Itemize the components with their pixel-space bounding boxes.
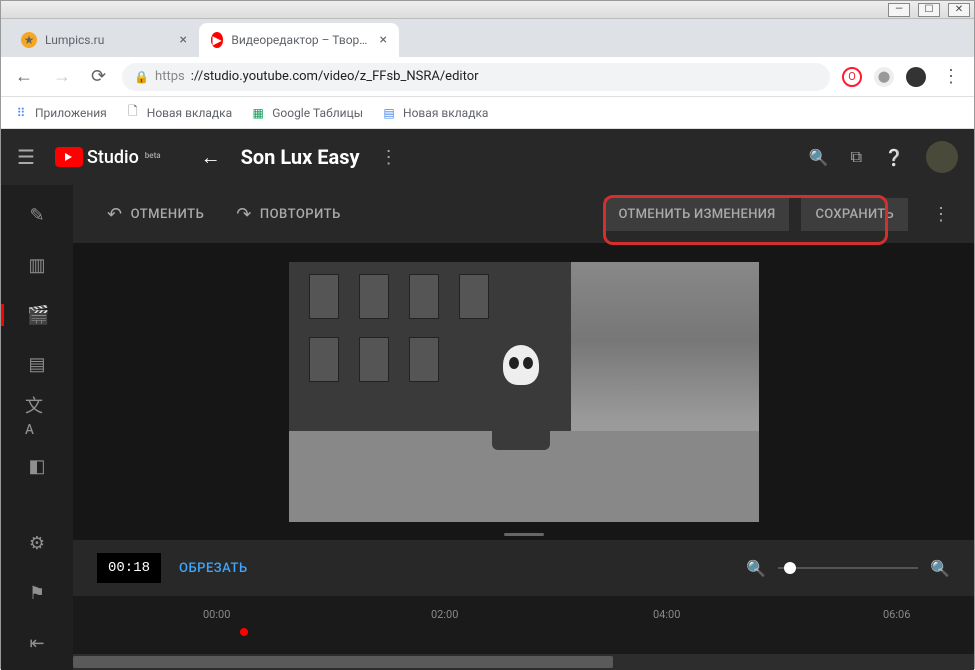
editor-main: ↶ ОТМЕНИТЬ ↷ ПОВТОРИТЬ ОТМЕНИТЬ ИЗМЕНЕНИ… (73, 185, 974, 670)
favicon-icon: ▶ (211, 32, 223, 48)
apps-bookmark[interactable]: ⠿ Приложения (13, 105, 107, 121)
timeline-label: 04:00 (653, 608, 680, 621)
minimize-button[interactable]: — (888, 3, 910, 17)
sidebar-item-other[interactable]: ◧ (25, 456, 49, 478)
hamburger-icon[interactable]: ☰ (17, 145, 35, 169)
back-arrow-icon[interactable]: ← (201, 145, 221, 170)
discard-changes-button[interactable]: ОТМЕНИТЬ ИЗМЕНЕНИЯ (604, 198, 789, 231)
zoom-slider-handle[interactable] (784, 562, 796, 574)
bookmark-label: Новая вкладка (147, 106, 232, 120)
bookmark-label: Google Таблицы (272, 106, 363, 120)
sidebar-item-comments[interactable]: ▤ (25, 354, 49, 376)
drag-handle-icon[interactable] (504, 533, 544, 536)
bookmark-label: Приложения (35, 106, 107, 120)
sidebar-item-analytics[interactable]: ▥ (25, 255, 49, 277)
trim-button[interactable]: ОБРЕЗАТЬ (179, 561, 248, 576)
close-tab-icon[interactable]: × (380, 32, 387, 48)
sidebar-item-settings[interactable]: ⚙ (25, 533, 49, 555)
os-title-bar: — ☐ ✕ (1, 1, 974, 19)
sidebar-item-feedback[interactable]: ⚑ (25, 583, 49, 605)
bookmark-label: Новая вкладка (403, 106, 488, 120)
timeline-label: 06:06 (883, 608, 910, 621)
sidebar-item-exit[interactable]: ⇤ (25, 632, 49, 654)
address-bar-row: ← → ⟳ 🔒 https ://studio.youtube.com/video… (1, 57, 974, 97)
bookmark-item[interactable]: ▦ Google Таблицы (250, 105, 363, 121)
video-frame (289, 262, 759, 522)
extension-icon[interactable]: ⬤ (874, 67, 894, 87)
studio-topbar: ☰ Studio beta ← Son Lux Easy ⋮ 🔍 ⧉ ❔ (1, 129, 974, 185)
save-button[interactable]: СОХРАНИТЬ (801, 198, 908, 231)
page-icon: 🗋 (125, 105, 141, 121)
redo-label: ПОВТОРИТЬ (260, 207, 341, 222)
tab-title: Lumpics.ru (45, 33, 104, 47)
sidebar-item-translations[interactable]: 文ᴀ (25, 404, 49, 428)
timeline-label: 00:00 (203, 608, 230, 621)
studio-logo[interactable]: Studio beta (55, 147, 161, 168)
maximize-button[interactable]: ☐ (918, 3, 940, 17)
help-icon[interactable]: ❔ (884, 148, 904, 167)
profile-avatar-icon[interactable] (906, 67, 926, 87)
playback-controls: 00:18 ОБРЕЗАТЬ 🔍 🔍 (73, 540, 974, 596)
bookmark-item[interactable]: ▤ Новая вкладка (381, 105, 488, 121)
undo-icon: ↶ (107, 204, 123, 225)
browser-tab-1[interactable]: ★ Lumpics.ru × (9, 23, 199, 57)
playhead-icon[interactable] (240, 628, 248, 636)
page-icon: ▤ (381, 105, 397, 121)
url-text: ://studio.youtube.com/video/z_FFsb_NSRA/… (191, 69, 479, 84)
sheets-icon: ▦ (250, 105, 266, 121)
sidebar-item-editor[interactable]: 🎬 (1, 304, 73, 326)
logo-text: Studio (87, 147, 139, 168)
bookmarks-bar: ⠿ Приложения 🗋 Новая вкладка ▦ Google Та… (1, 97, 974, 129)
video-options-icon[interactable]: ⋮ (380, 147, 398, 168)
browser-tab-2[interactable]: ▶ Видеоредактор – Творческая ст × (199, 23, 399, 57)
url-scheme: https (155, 69, 185, 84)
lock-icon: 🔒 (134, 70, 149, 84)
create-video-icon[interactable]: ⧉ (851, 147, 862, 167)
beta-label: beta (145, 151, 161, 160)
undo-label: ОТМЕНИТЬ (131, 207, 205, 222)
editor-toolbar: ↶ ОТМЕНИТЬ ↷ ПОВТОРИТЬ ОТМЕНИТЬ ИЗМЕНЕНИ… (73, 185, 974, 243)
reload-icon[interactable]: ⟳ (87, 62, 110, 91)
redo-button[interactable]: ↷ ПОВТОРИТЬ (226, 198, 350, 231)
youtube-studio-app: ☰ Studio beta ← Son Lux Easy ⋮ 🔍 ⧉ ❔ ✎ ▥… (1, 129, 974, 670)
search-icon[interactable]: 🔍 (809, 148, 829, 167)
zoom-in-icon[interactable]: 🔍 (930, 559, 950, 578)
timeline[interactable]: 00:00 02:00 04:00 06:06 (73, 596, 974, 654)
video-title: Son Lux Easy (241, 145, 360, 169)
close-window-button[interactable]: ✕ (948, 3, 970, 17)
more-options-icon[interactable]: ⋮ (932, 204, 950, 225)
redo-icon: ↷ (236, 204, 252, 225)
studio-sidebar: ✎ ▥ 🎬 ▤ 文ᴀ ◧ ⚙ ⚑ ⇤ (1, 185, 73, 670)
address-input[interactable]: 🔒 https ://studio.youtube.com/video/z_FFs… (122, 63, 830, 91)
browser-tab-bar: ★ Lumpics.ru × ▶ Видеоредактор – Творчес… (1, 19, 974, 57)
favicon-icon: ★ (21, 32, 37, 48)
extension-opera-icon[interactable]: O (842, 67, 862, 87)
zoom-out-icon[interactable]: 🔍 (746, 559, 766, 578)
video-preview[interactable] (73, 243, 974, 540)
sidebar-item-edit[interactable]: ✎ (25, 205, 49, 227)
youtube-play-icon (55, 147, 83, 167)
back-icon[interactable]: ← (11, 62, 37, 91)
apps-icon: ⠿ (13, 105, 29, 121)
timeline-label: 02:00 (431, 608, 458, 621)
timecode-display[interactable]: 00:18 (97, 553, 161, 583)
undo-button[interactable]: ↶ ОТМЕНИТЬ (97, 198, 214, 231)
scrollbar-thumb[interactable] (73, 656, 613, 668)
bookmark-item[interactable]: 🗋 Новая вкладка (125, 105, 232, 121)
close-tab-icon[interactable]: × (180, 32, 187, 48)
zoom-slider[interactable] (778, 567, 918, 569)
horizontal-scrollbar[interactable] (73, 654, 974, 670)
account-avatar[interactable] (926, 141, 958, 173)
tab-title: Видеоредактор – Творческая ст (231, 33, 371, 47)
menu-icon[interactable]: ⋮ (938, 62, 964, 91)
forward-icon: → (49, 62, 75, 91)
